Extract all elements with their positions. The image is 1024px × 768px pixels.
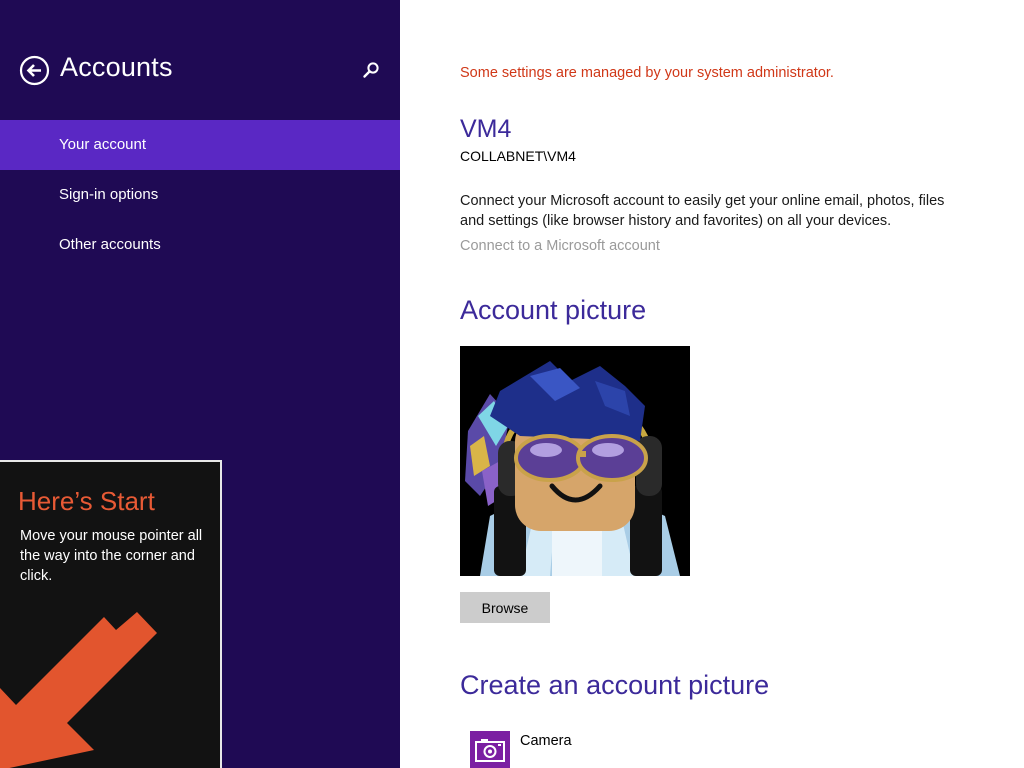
start-tip-title: Here’s Start [18,486,155,516]
account-picture [460,346,690,576]
admin-notice: Some settings are managed by your system… [460,65,834,81]
back-button[interactable] [19,55,50,86]
nav-item-label: Other accounts [59,236,161,253]
account-display-name: VM4 [460,115,512,143]
connect-microsoft-account-link[interactable]: Connect to a Microsoft account [460,238,660,254]
nav-item-label: Sign-in options [59,186,159,203]
camera-label[interactable]: Camera [520,733,572,749]
page-title: Accounts [60,52,173,82]
account-domain-user: COLLABNET\VM4 [460,148,576,164]
start-tip-popup: Here’s Start Move your mouse pointer all… [0,460,222,768]
connect-description: Connect your Microsoft account to easily… [460,193,945,229]
nav-item-sign-in-options[interactable]: Sign-in options [0,170,400,220]
pc-settings-window: Accounts Your account Sign-in options Ot… [0,0,1024,768]
create-account-picture-heading: Create an account picture [460,670,770,700]
navigation-pane: Accounts Your account Sign-in options Ot… [0,0,400,768]
nav-item-other-accounts[interactable]: Other accounts [0,220,400,270]
nav-item-label: Your account [59,136,147,153]
camera-button[interactable] [470,731,510,768]
nav-item-your-account[interactable]: Your account [0,120,400,170]
account-content: Some settings are managed by your system… [460,0,1000,768]
search-icon [363,62,379,78]
back-arrow-circle-icon [19,55,50,86]
start-tip-body: Move your mouse pointer all the way into… [20,528,203,584]
camera-icon [475,739,505,762]
browse-button[interactable]: Browse [460,592,550,623]
search-button[interactable] [360,60,382,82]
arrow-down-left-icon [0,612,157,768]
avatar-image [460,346,690,576]
nav-list: Your account Sign-in options Other accou… [0,120,400,270]
account-picture-heading: Account picture [460,295,647,325]
